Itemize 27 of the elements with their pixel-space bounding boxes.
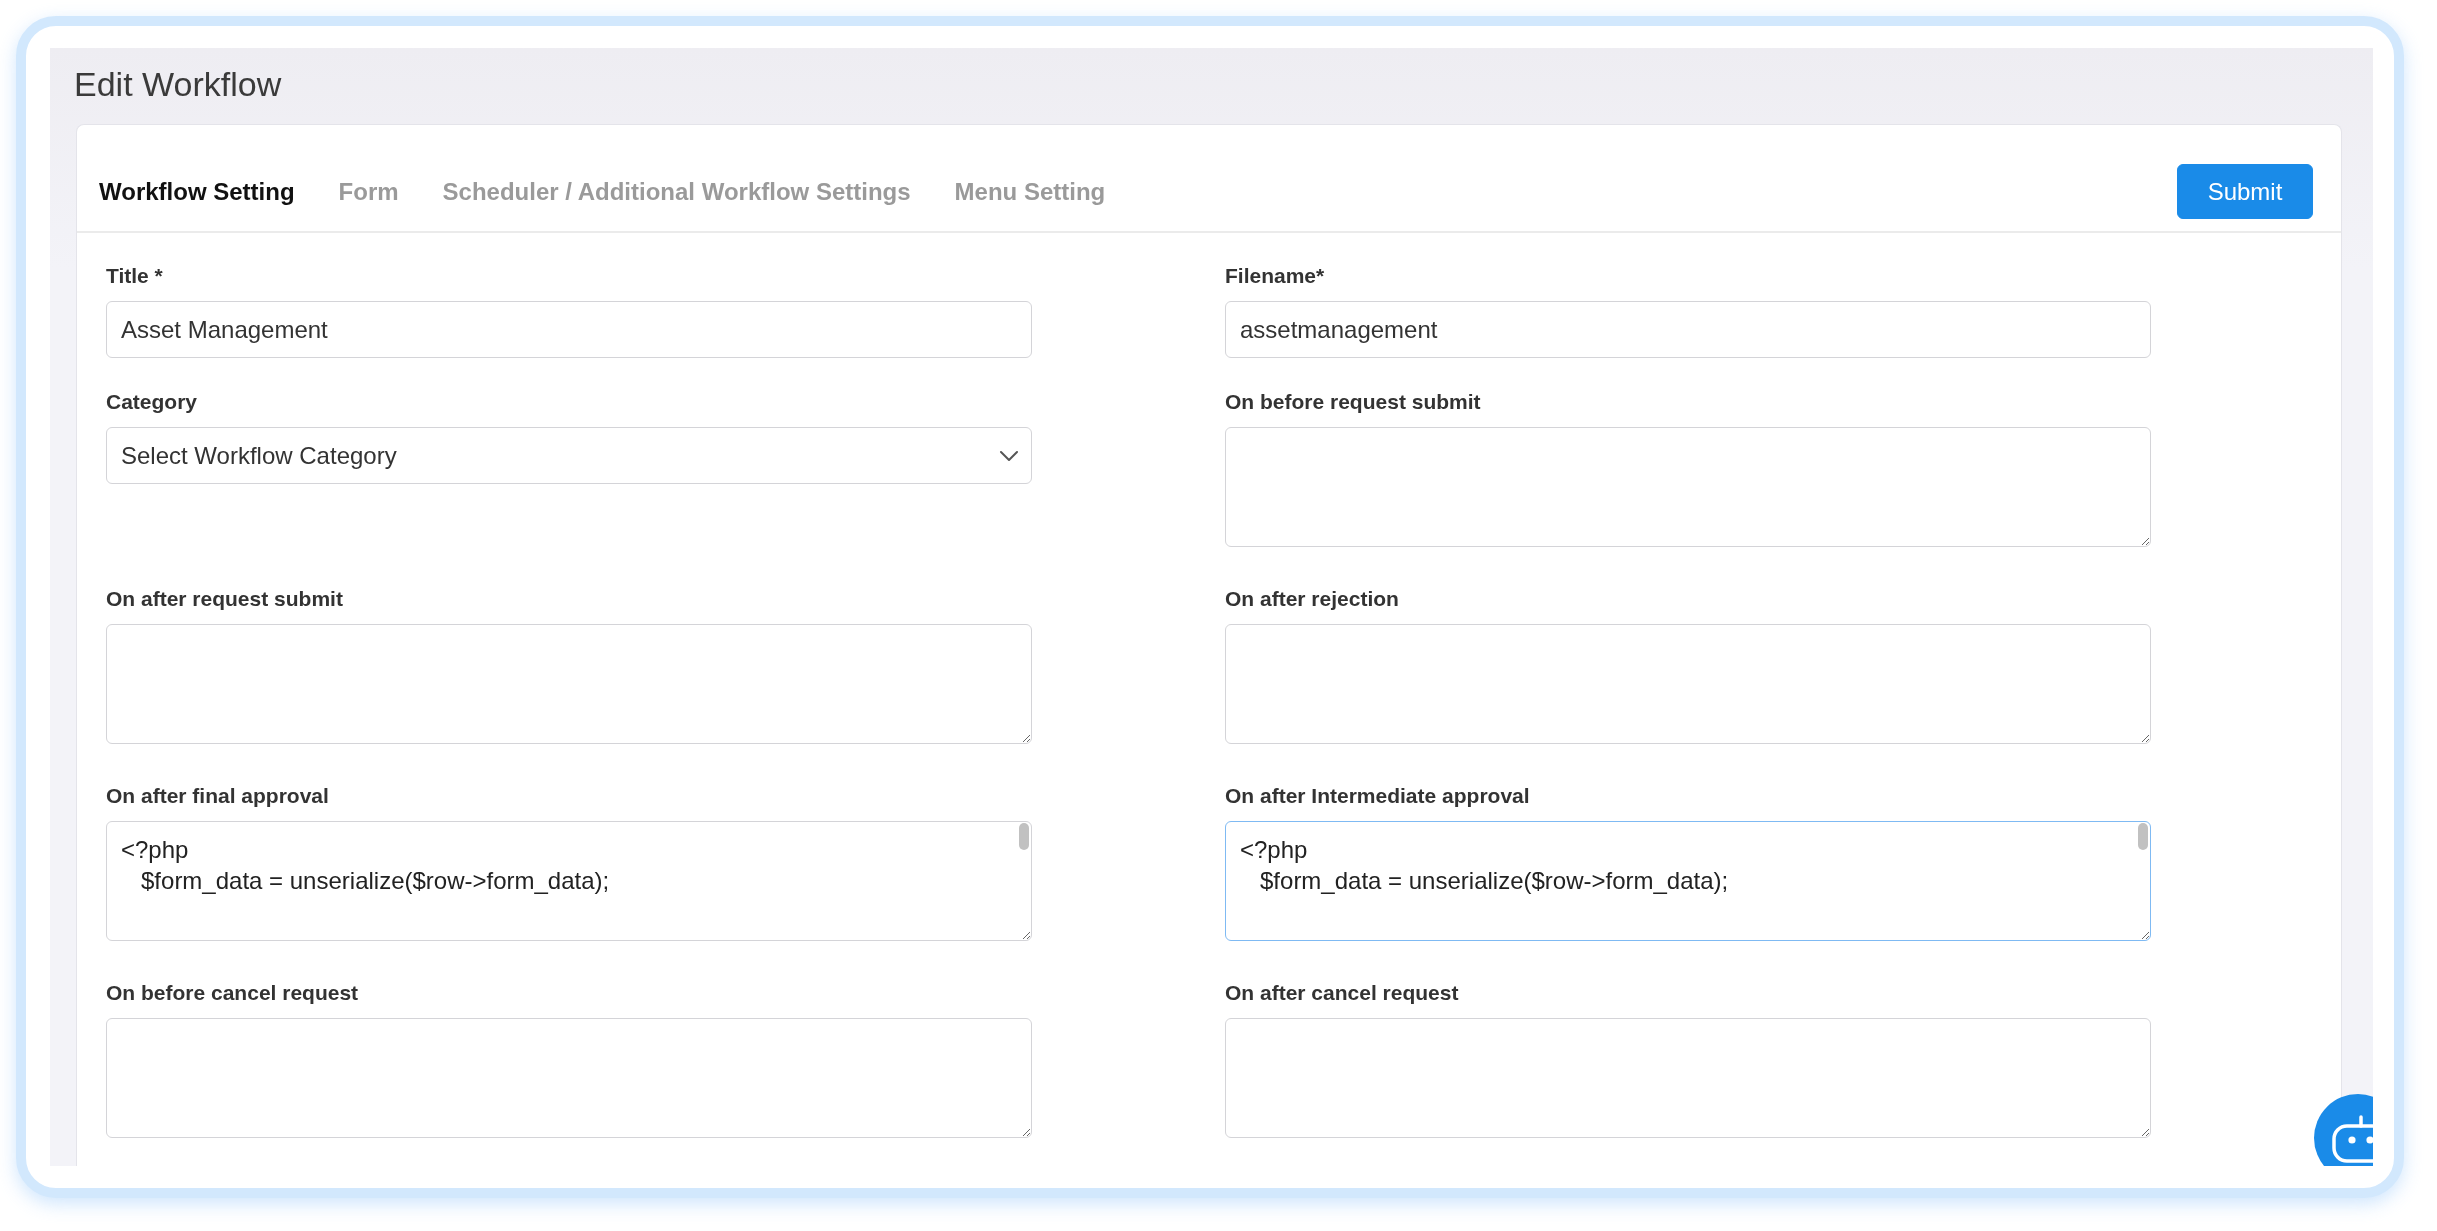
robot-icon [2332, 1113, 2373, 1163]
textarea-field[interactable] [106, 624, 1032, 744]
field-label: On after Intermediate approval [1225, 783, 1531, 808]
text-input-field[interactable]: Asset Management [106, 301, 1032, 358]
field-label: On after cancel request [1225, 980, 1460, 1005]
field-label: On after request submit [106, 586, 344, 611]
textarea-field[interactable] [1225, 624, 2151, 744]
field-label: On after final approval [106, 783, 330, 808]
field-label: Category [106, 389, 199, 414]
chevron-down-icon [999, 449, 1019, 462]
submit-button[interactable]: Submit [2177, 164, 2313, 219]
field-label: Filename* [1225, 263, 1326, 288]
field-label: On before cancel request [106, 980, 360, 1005]
field-label: Title * [106, 263, 164, 288]
textarea-field[interactable] [1225, 427, 2151, 547]
code-editor-field[interactable]: <?php $form_data = unserialize($row->form_data); [106, 821, 1032, 941]
field-label: On before request submit [1225, 389, 1482, 414]
scrollbar-thumb[interactable] [2138, 823, 2148, 850]
dropdown-select[interactable]: Select Workflow Category [106, 427, 1032, 484]
page-title: Edit Workflow [74, 64, 282, 105]
textarea-field[interactable] [106, 1018, 1032, 1138]
text-input-field[interactable]: assetmanagement [1225, 301, 2151, 358]
field-label: On after rejection [1225, 586, 1400, 611]
scrollbar-thumb[interactable] [1019, 823, 1029, 850]
tab[interactable]: Workflow Setting [99, 177, 295, 206]
code-editor-field[interactable]: <?php $form_data = unserialize($row->form_data); [1225, 821, 2151, 941]
textarea-field[interactable] [1225, 1018, 2151, 1138]
